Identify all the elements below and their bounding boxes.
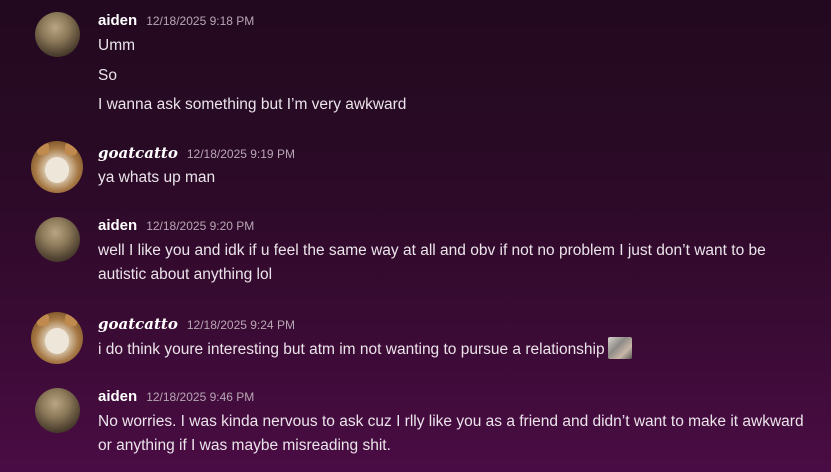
username[interactable]: aiden — [98, 12, 137, 29]
message-text: i do think youre interesting but atm im … — [98, 341, 605, 358]
message-header: aiden 12/18/2025 9:46 PM — [98, 388, 254, 408]
message-text: well I like you and idk if u feel the sa… — [98, 242, 766, 283]
custom-emoji-icon[interactable] — [607, 337, 632, 359]
message-header: goatcatto 12/18/2025 9:19 PM — [98, 144, 295, 164]
message-text: ya whats up man — [98, 169, 216, 186]
timestamp[interactable]: 12/18/2025 9:18 PM — [146, 14, 254, 28]
username[interactable]: aiden — [98, 388, 137, 405]
message-text: I wanna ask something but I’m very awkwa… — [98, 96, 407, 113]
avatar[interactable] — [35, 388, 80, 433]
message-text: Umm — [98, 37, 136, 54]
message-line: i do think youre interesting but atm im … — [98, 337, 808, 362]
message-header: aiden 12/18/2025 9:20 PM — [98, 217, 254, 237]
timestamp[interactable]: 12/18/2025 9:20 PM — [146, 219, 254, 233]
username[interactable]: aiden — [98, 217, 137, 234]
chat-message-list: aiden 12/18/2025 9:18 PM Umm So I wanna … — [0, 0, 831, 472]
timestamp[interactable]: 12/18/2025 9:19 PM — [187, 147, 295, 161]
message-header: goatcatto 12/18/2025 9:24 PM — [98, 315, 295, 335]
message-text: So — [98, 67, 117, 84]
avatar[interactable] — [31, 312, 83, 364]
avatar[interactable] — [31, 141, 83, 193]
timestamp[interactable]: 12/18/2025 9:24 PM — [187, 318, 295, 332]
avatar[interactable] — [35, 217, 80, 262]
timestamp[interactable]: 12/18/2025 9:46 PM — [146, 390, 254, 404]
message-text: No worries. I was kinda nervous to ask c… — [98, 413, 804, 454]
username[interactable]: goatcatto — [98, 144, 178, 162]
message-header: aiden 12/18/2025 9:18 PM — [98, 12, 254, 32]
avatar[interactable] — [35, 12, 80, 57]
username[interactable]: goatcatto — [98, 315, 178, 333]
